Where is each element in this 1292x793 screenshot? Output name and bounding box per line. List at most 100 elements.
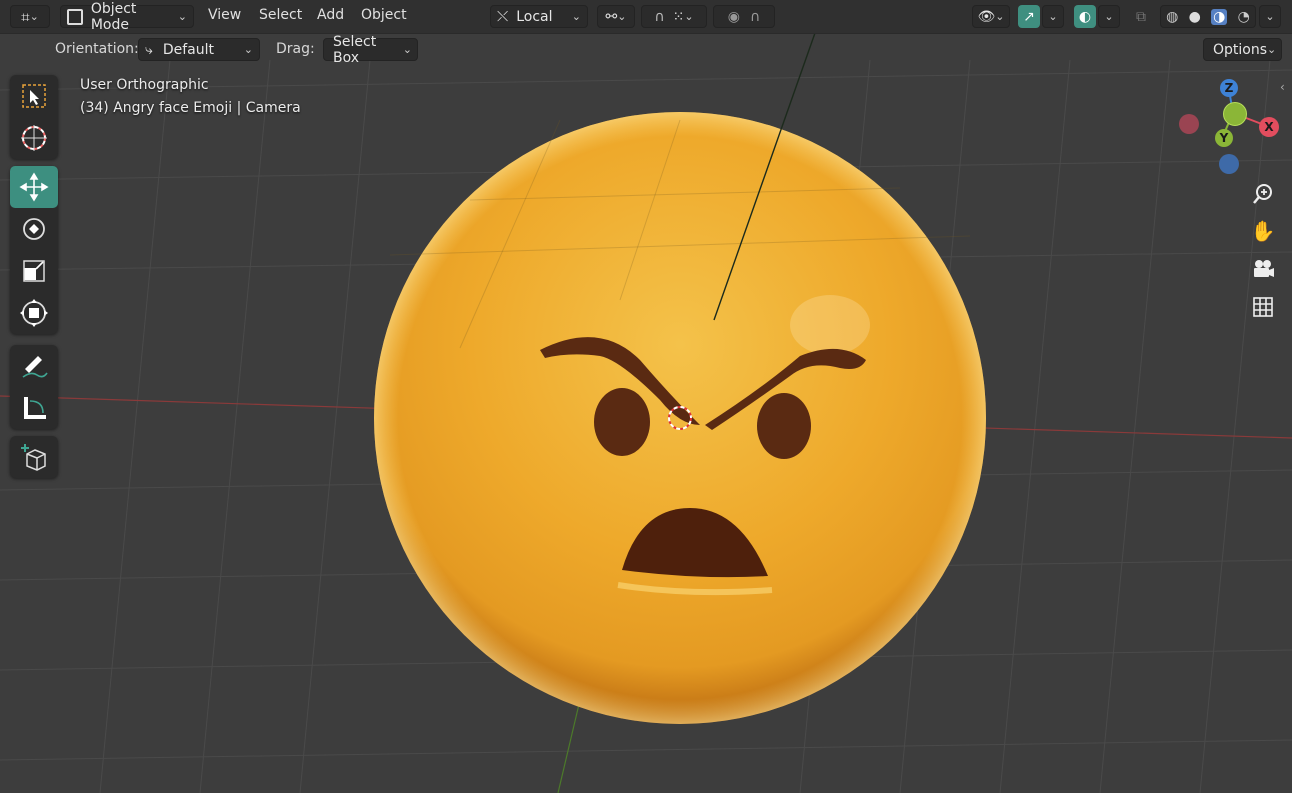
chevron-down-icon: ⌄ (177, 10, 187, 23)
chevron-down-icon: ⌄ (1265, 10, 1275, 23)
view-name-label: User Orthographic (80, 77, 209, 93)
gizmo-x-axis[interactable]: X (1259, 117, 1279, 137)
camera-icon (1254, 260, 1274, 277)
transform-icon (20, 299, 48, 327)
chevron-down-icon: ⌄ (402, 43, 412, 56)
visibility-dropdown[interactable]: 👁 ⌄ (972, 5, 1010, 28)
pivot-point-dropdown[interactable]: ⚯ ⌄ (597, 5, 635, 28)
chevron-down-icon: ⌄ (1048, 10, 1058, 23)
navigation-gizmo[interactable]: X Y Z (1175, 78, 1285, 178)
pan-button[interactable]: ✋ (1246, 214, 1280, 248)
gizmo-arrow-icon: ↗ (1023, 8, 1035, 25)
gizmo-z-axis[interactable]: Z (1220, 79, 1238, 97)
solid-icon[interactable]: ● (1189, 9, 1201, 25)
magnet-icon[interactable]: ∩ (654, 9, 664, 25)
toolbar-group-annotate (10, 345, 58, 429)
angry-face-emoji[interactable] (374, 32, 986, 724)
object-info-label: (34) Angry face Emoji | Camera (80, 100, 301, 116)
chevron-down-icon: ⌄ (29, 10, 39, 23)
select-box-tool[interactable] (10, 75, 58, 117)
rotate-tool[interactable] (10, 208, 58, 250)
3d-viewport[interactable]: User Orthographic (34) Angry face Emoji … (0, 0, 1292, 793)
ortho-toggle-button[interactable] (1246, 290, 1280, 324)
gizmo-toggle[interactable]: ↗ (1018, 5, 1040, 28)
snap-controls[interactable]: ∩ ⁙ ⌄ (641, 5, 707, 28)
orientation-label: Orientation: (55, 41, 139, 57)
chevron-down-icon: ⌄ (1104, 10, 1114, 23)
falloff-curve-icon[interactable]: ∩ (750, 9, 760, 25)
chevron-down-icon: ⌄ (995, 10, 1005, 23)
circle-dot-icon[interactable]: ◉ (728, 9, 740, 25)
mode-dropdown[interactable]: Object Mode ⌄ (60, 1, 194, 33)
cursor-tool[interactable] (10, 117, 58, 159)
orientation-value: Default (162, 41, 214, 58)
link-rings-icon: ⚯ (605, 8, 618, 25)
toolbar-group-add (10, 436, 58, 478)
annotate-pen-icon (22, 356, 48, 378)
orientation-axes-icon: ⤷ (145, 41, 153, 58)
menu-select[interactable]: Select (259, 7, 302, 23)
annotate-tool[interactable] (10, 345, 58, 387)
zoom-button[interactable] (1246, 177, 1280, 211)
menu-view[interactable]: View (208, 7, 241, 23)
menu-object[interactable]: Object (361, 7, 407, 23)
chevron-down-icon: ⌄ (684, 10, 694, 23)
scale-icon (23, 260, 45, 282)
object-mode-icon (67, 8, 83, 25)
eye-icon: 👁 (977, 8, 996, 25)
proportional-edit-controls[interactable]: ◉ ∩ (713, 5, 775, 28)
measure-ruler-icon (24, 397, 46, 419)
grid-dots-icon[interactable]: ⁙ (673, 9, 685, 25)
select-box-icon (22, 84, 46, 108)
orientation-axes-icon: ⤬ (497, 8, 509, 25)
drag-label: Drag: (276, 41, 315, 57)
overlay-circles-icon: ◐ (1078, 8, 1092, 25)
add-cube-icon (21, 444, 46, 471)
gizmo-neg-x-axis[interactable] (1179, 114, 1199, 134)
material-preview-icon[interactable]: ◑ (1211, 8, 1228, 25)
gizmo-neg-z-axis[interactable] (1219, 154, 1239, 174)
add-cube-tool[interactable] (10, 436, 58, 478)
wireframe-icon[interactable]: ◍ (1166, 9, 1178, 25)
gizmo-y-axis[interactable]: Y (1215, 129, 1233, 147)
toolbar-group-select (10, 75, 58, 159)
xray-icon: ⧉ (1136, 8, 1146, 25)
chevron-down-icon: ⌄ (243, 43, 253, 56)
tool-settings-header: Orientation: ⤷ Default ⌄ Drag: Select Bo… (0, 34, 1292, 66)
y-axis-line (557, 699, 581, 793)
xray-toggle[interactable]: ⧉ (1130, 5, 1152, 28)
grid-ortho-icon (1253, 297, 1273, 317)
rendered-icon[interactable]: ◔ (1238, 9, 1250, 25)
transform-tool[interactable] (10, 292, 58, 334)
gizmo-dropdown[interactable]: ⌄ (1042, 5, 1064, 28)
measure-tool[interactable] (10, 387, 58, 429)
camera-view-button[interactable] (1246, 252, 1280, 286)
zoom-icon (1253, 184, 1272, 204)
chevron-down-icon: ⌄ (617, 10, 627, 23)
chevron-down-icon: ⌄ (1267, 43, 1277, 56)
gizmo-center-icon[interactable] (1223, 102, 1247, 126)
viewport-canvas[interactable] (0, 0, 1292, 793)
hand-pan-icon: ✋ (1250, 219, 1276, 243)
viewport-header: ⌗ ⌄ Object Mode ⌄ View Select Add Object… (0, 0, 1292, 34)
grid-axes-icon: ⌗ (21, 7, 30, 26)
scale-tool[interactable] (10, 250, 58, 292)
menu-add[interactable]: Add (317, 7, 344, 23)
move-arrows-icon (19, 172, 49, 202)
editor-type-button[interactable]: ⌗ ⌄ (10, 5, 50, 28)
orientation-dropdown[interactable]: ⤷ Default ⌄ (138, 38, 260, 61)
drag-dropdown[interactable]: Select Box ⌄ (323, 34, 418, 66)
shading-dropdown[interactable]: ⌄ (1259, 5, 1281, 28)
chevron-down-icon: ⌄ (571, 10, 581, 23)
overlay-toggle[interactable]: ◐ (1074, 5, 1096, 28)
move-tool[interactable] (10, 166, 58, 208)
mode-label: Object Mode (90, 0, 137, 33)
transform-orientation-label: Local (516, 8, 553, 25)
transform-orientation-dropdown[interactable]: ⤬ Local ⌄ (490, 5, 588, 28)
options-label: Options (1213, 41, 1268, 58)
overlay-dropdown[interactable]: ⌄ (1098, 5, 1120, 28)
shading-mode-group[interactable]: ◍ ● ◑ ◔ (1160, 5, 1256, 28)
toolbar-group-transform (10, 166, 58, 334)
drag-value: Select Box (333, 33, 377, 66)
options-dropdown[interactable]: Options ⌄ (1203, 38, 1282, 61)
